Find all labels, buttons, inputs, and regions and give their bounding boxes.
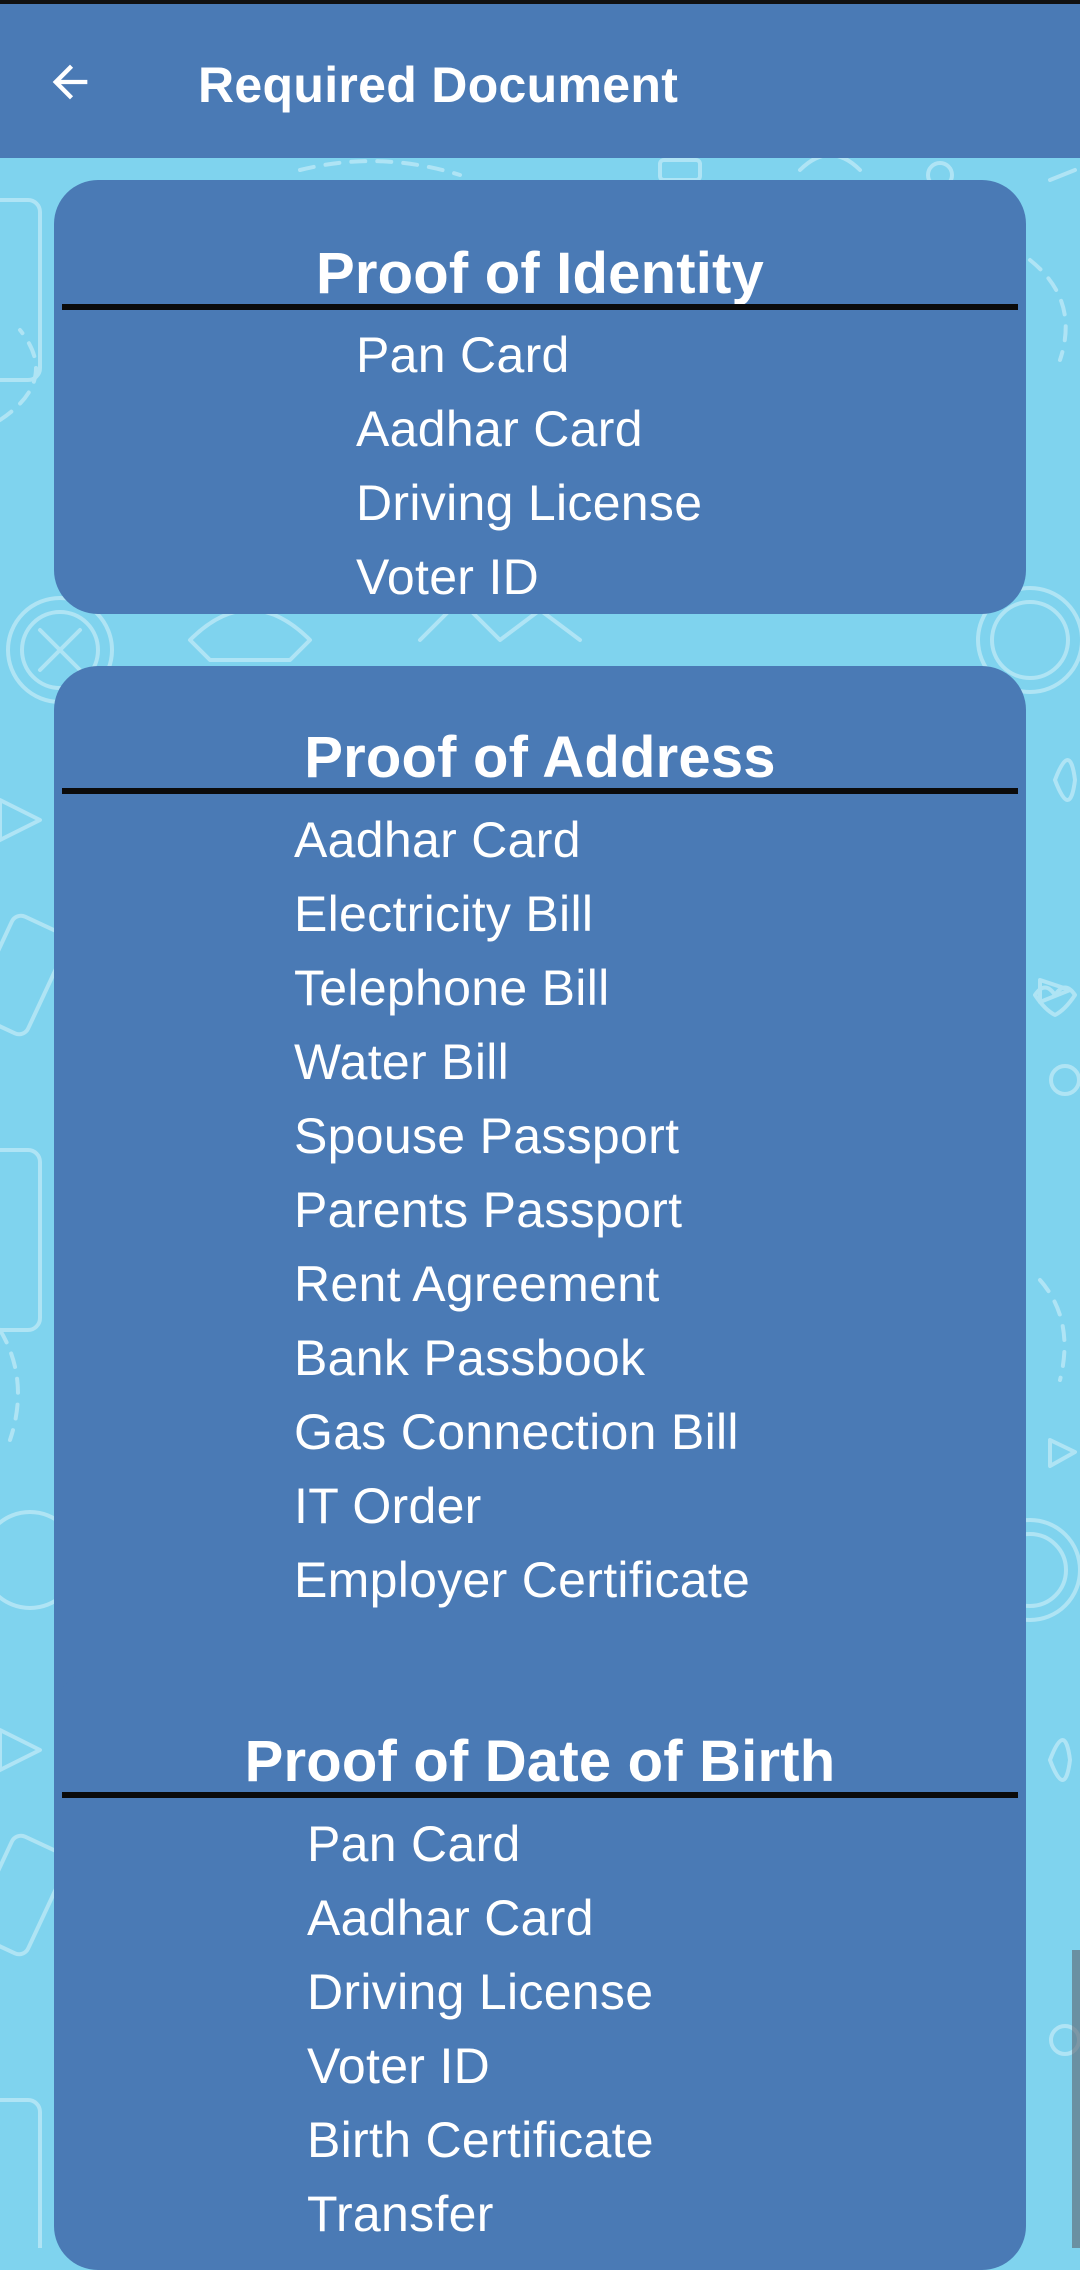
section-title: Proof of Address — [304, 725, 776, 790]
list-item: Water Bill — [294, 1034, 510, 1090]
page-title: Required Document — [198, 57, 679, 113]
list-item: Bank Passbook — [294, 1330, 646, 1386]
list-item: Electricity Bill — [294, 886, 594, 942]
section-card-proof-of-identity: Proof of Identity Pan Card Aadhar Card D… — [54, 180, 1026, 614]
list-item: Birth Certificate — [307, 2112, 654, 2168]
document-list: Pan Card Aadhar Card Driving License Vot… — [356, 318, 702, 614]
list-item: Rent Agreement — [294, 1256, 660, 1312]
section-divider — [62, 788, 1018, 794]
app-bar: Required Document — [0, 0, 1080, 158]
list-item: IT Order — [294, 1478, 482, 1534]
list-item: Transfer — [307, 2186, 494, 2242]
document-list: Aadhar Card Electricity Bill Telephone B… — [294, 803, 750, 1617]
content-scroll-area[interactable]: Proof of Identity Pan Card Aadhar Card D… — [0, 158, 1080, 2270]
list-item: Aadhar Card — [356, 401, 643, 457]
section-divider — [62, 304, 1018, 310]
list-item: Driving License — [356, 475, 703, 531]
scrollbar-edge — [1072, 1950, 1080, 2248]
list-item: Employer Certificate — [294, 1552, 751, 1608]
section-title: Proof of Date of Birth — [244, 1729, 836, 1794]
back-button[interactable] — [30, 42, 110, 122]
list-item: Spouse Passport — [294, 1108, 680, 1164]
list-item: Parents Passport — [294, 1182, 683, 1238]
section-title: Proof of Identity — [315, 241, 765, 306]
arrow-left-icon — [44, 56, 96, 108]
list-item: Pan Card — [356, 327, 570, 383]
list-item: Aadhar Card — [307, 1890, 594, 1946]
list-item: Driving License — [307, 1964, 654, 2020]
list-item: Pan Card — [307, 1816, 521, 1872]
list-item: Voter ID — [307, 2038, 491, 2094]
section-card-proof-of-date-of-birth: Proof of Date of Birth Pan Card Aadhar C… — [54, 1670, 1026, 2270]
list-item: Aadhar Card — [294, 812, 581, 868]
section-card-proof-of-address: Proof of Address Aadhar Card Electricity… — [54, 666, 1026, 1776]
list-item: Gas Connection Bill — [294, 1404, 739, 1460]
list-item: Voter ID — [356, 549, 540, 605]
section-divider — [62, 1792, 1018, 1798]
list-item: Telephone Bill — [294, 960, 610, 1016]
document-list: Pan Card Aadhar Card Driving License Vot… — [307, 1807, 654, 2251]
